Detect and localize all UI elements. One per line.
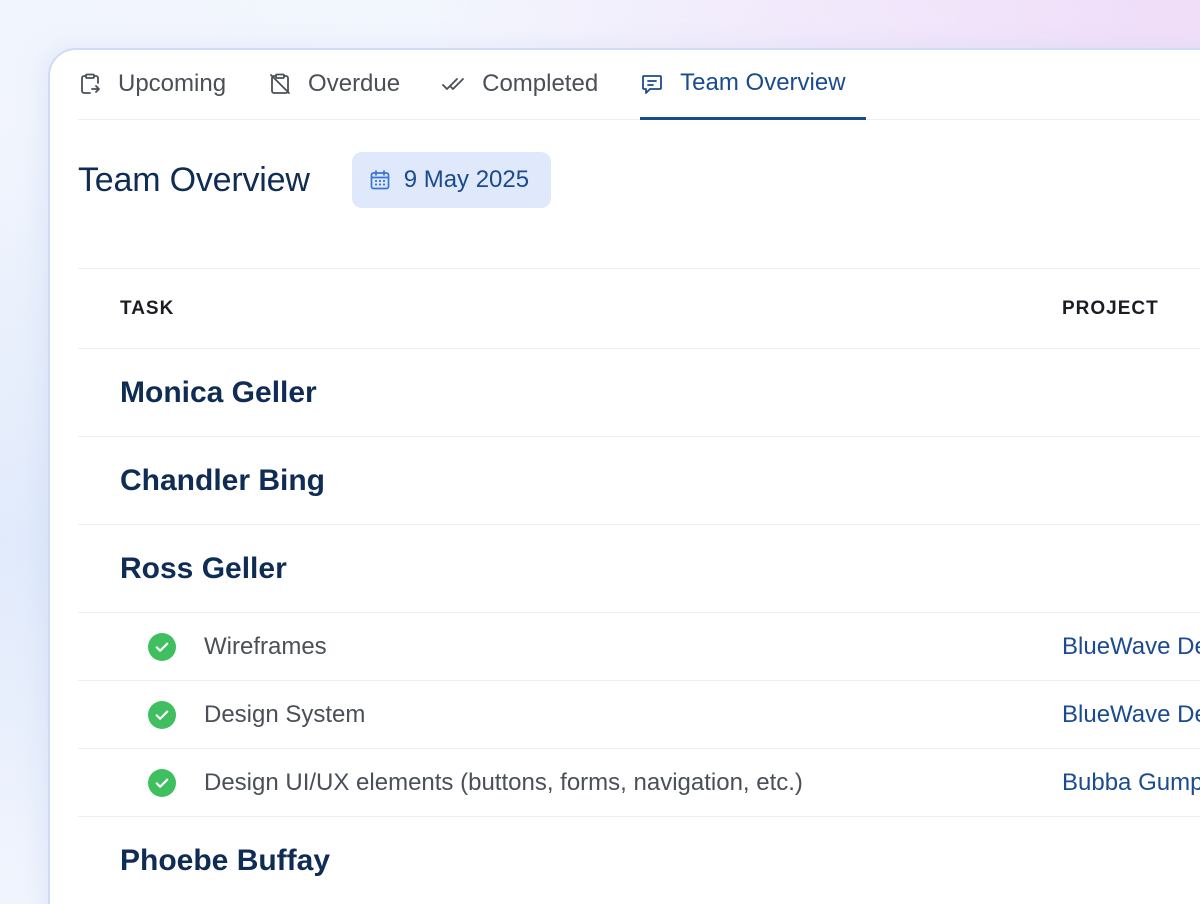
task-name: Wireframes bbox=[204, 632, 327, 660]
task-row[interactable]: Design UI/UX elements (buttons, forms, n… bbox=[78, 749, 1200, 817]
tab-overdue[interactable]: Overdue bbox=[268, 50, 401, 119]
column-header-project: PROJECT bbox=[1062, 297, 1159, 319]
member-group-row[interactable]: Ross Geller bbox=[78, 525, 1200, 613]
tab-team-overview[interactable]: Team Overview bbox=[640, 50, 866, 120]
tab-label: Team Overview bbox=[680, 69, 846, 96]
task-project-link[interactable]: BlueWave De bbox=[1062, 633, 1200, 661]
member-group-row[interactable]: Chandler Bing bbox=[78, 437, 1200, 525]
task-row[interactable]: Design System BlueWave De bbox=[78, 681, 1200, 749]
member-name: Monica Geller bbox=[120, 375, 317, 409]
check-circle-icon bbox=[148, 632, 176, 661]
tab-bar: Upcoming Overdue Completed Team Overview bbox=[78, 50, 1200, 120]
message-square-icon bbox=[640, 72, 664, 96]
tab-upcoming[interactable]: Upcoming bbox=[78, 50, 227, 119]
member-name: Phoebe Buffay bbox=[120, 843, 331, 877]
clipboard-arrow-icon bbox=[78, 72, 102, 96]
task-name: Design UI/UX elements (buttons, forms, n… bbox=[204, 768, 803, 796]
main-card: Upcoming Overdue Completed Team Overview… bbox=[48, 48, 1200, 904]
date-label: 9 May 2025 bbox=[403, 166, 530, 193]
task-project-link[interactable]: BlueWave De bbox=[1062, 701, 1200, 729]
page-header: Team Overview 9 May 2025 bbox=[78, 152, 552, 208]
date-picker-button[interactable]: 9 May 2025 bbox=[351, 152, 552, 208]
tab-completed[interactable]: Completed bbox=[442, 50, 599, 119]
calendar-icon bbox=[368, 168, 392, 192]
clipboard-off-icon bbox=[268, 72, 292, 96]
member-name: Chandler Bing bbox=[120, 463, 326, 497]
member-group-row[interactable]: Phoebe Buffay bbox=[78, 817, 1200, 904]
member-name: Ross Geller bbox=[120, 551, 287, 585]
check-circle-icon bbox=[148, 700, 176, 729]
team-task-table: TASK PROJECT Monica Geller Chandler Bing… bbox=[78, 268, 1200, 904]
tab-label: Upcoming bbox=[118, 70, 227, 97]
check-circle-icon bbox=[148, 768, 176, 797]
task-row[interactable]: Wireframes BlueWave De bbox=[78, 613, 1200, 681]
member-group-row[interactable]: Monica Geller bbox=[78, 349, 1200, 437]
tab-label: Overdue bbox=[308, 70, 401, 97]
task-name: Design System bbox=[204, 700, 366, 728]
column-header-task: TASK bbox=[120, 297, 175, 319]
double-check-icon bbox=[442, 72, 466, 96]
task-project-link[interactable]: Bubba Gump bbox=[1062, 769, 1200, 797]
tab-label: Completed bbox=[482, 70, 599, 97]
page-title: Team Overview bbox=[78, 160, 310, 199]
table-header: TASK PROJECT bbox=[78, 269, 1200, 349]
